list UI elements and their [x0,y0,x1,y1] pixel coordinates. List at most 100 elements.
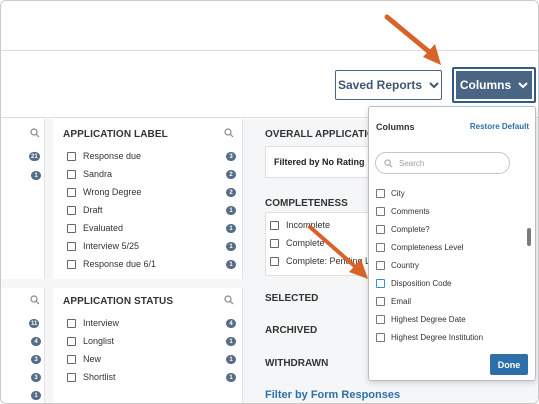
overall-filter-box[interactable]: Filtered by No Rating [265,146,375,178]
application-label-title: APPLICATION LABEL [63,129,168,140]
checkbox[interactable] [376,296,385,306]
done-button[interactable]: Done [490,354,528,375]
option-label: Highest Degree Institution [391,332,484,342]
count-badge: 4 [31,337,41,346]
status-option[interactable]: New [67,352,101,366]
column-option[interactable]: Complete? [376,222,430,236]
dropdown-scrollbar[interactable] [527,228,531,246]
column-option[interactable]: Highest Degree Institution [376,330,483,344]
count-badge: 3 [31,355,41,364]
checkbox[interactable] [270,256,279,266]
completeness-option[interactable]: Complete [270,236,325,250]
label-option[interactable]: Interview 5/25 [67,239,139,253]
option-label: Response due [83,151,142,161]
option-label: Email [391,296,412,306]
label-option[interactable]: Sandra [67,167,112,181]
count-badge: 21 [29,152,40,161]
label-option[interactable]: Wrong Degree [67,185,141,199]
dropdown-title: Columns [376,122,415,132]
count-badge: 3 [226,152,236,161]
count-badge: 1 [31,171,41,180]
checkbox[interactable] [67,372,76,382]
application-status-title: APPLICATION STATUS [63,296,174,307]
app-window: Saved Reports Columns 21 1 11 4 3 3 1 AP… [0,0,539,404]
option-label: Country [391,260,420,270]
option-label: Completeness Level [391,242,464,252]
count-badge: 1 [31,391,41,400]
columns-search-input[interactable]: Search [375,152,510,174]
checkbox[interactable] [270,220,279,230]
checkbox[interactable] [67,151,76,161]
checkbox[interactable] [67,259,76,269]
top-bar [1,1,538,51]
option-label: New [83,354,102,364]
search-icon[interactable] [224,128,234,138]
application-label-panel [53,119,243,279]
count-badge: 2 [226,170,236,179]
checkbox[interactable] [67,241,76,251]
saved-reports-label: Saved Reports [337,78,423,92]
column-option[interactable]: City [376,186,405,200]
checkbox[interactable] [376,242,385,252]
search-placeholder: Search [399,158,425,168]
checkbox[interactable] [270,238,279,248]
checkbox[interactable] [376,332,385,342]
option-label: Comments [391,206,430,216]
column-option[interactable]: Email [376,294,411,308]
checkbox[interactable] [376,260,385,270]
selected-section[interactable]: SELECTED [265,293,318,304]
filter-by-form-responses-link[interactable]: Filter by Form Responses [265,389,400,401]
restore-default-link[interactable]: Restore Default [470,122,529,131]
status-option[interactable]: Longlist [67,334,114,348]
option-label: Complete: Pending Let [286,256,368,266]
count-badge: 2 [226,188,236,197]
search-icon[interactable] [30,295,40,305]
label-option[interactable]: Response due 6/1 [67,257,156,271]
completeness-option[interactable]: Incomplete [270,218,330,232]
checkbox[interactable] [67,318,76,328]
search-icon[interactable] [224,295,234,305]
column-option[interactable]: Comments [376,204,430,218]
status-option[interactable]: Interview [67,316,119,330]
label-option[interactable]: Evaluated [67,221,123,235]
column-option[interactable]: Country [376,258,419,272]
columns-label: Columns [459,78,512,92]
checkbox[interactable] [67,205,76,215]
search-icon [384,158,393,167]
completeness-option[interactable]: Complete: Pending Let [270,254,368,268]
option-label: Wrong Degree [83,187,142,197]
left-partial-panel-top [1,119,45,279]
checkbox[interactable] [376,224,385,234]
option-label: Complete? [391,224,430,234]
label-option[interactable]: Draft [67,203,103,217]
saved-reports-button[interactable]: Saved Reports [335,70,442,100]
count-badge: 1 [226,224,236,233]
columns-dropdown: Columns Restore Default Search City Comm… [368,106,536,381]
columns-button[interactable]: Columns [456,71,532,99]
overall-application-title: OVERALL APPLICATION [265,129,383,140]
archived-section[interactable]: ARCHIVED [265,325,317,336]
checkbox[interactable] [67,336,76,346]
option-label: Evaluated [83,223,124,233]
checkbox[interactable] [376,188,385,198]
count-badge: 1 [226,337,236,346]
checkbox[interactable] [67,354,76,364]
checkbox[interactable] [376,206,385,216]
option-label: Draft [83,205,103,215]
checkbox[interactable] [376,278,385,288]
checkbox[interactable] [67,169,76,179]
count-badge: 1 [226,355,236,364]
withdrawn-section[interactable]: WITHDRAWN [265,358,328,369]
label-option[interactable]: Response due [67,149,141,163]
column-option[interactable]: Highest Degree Date [376,312,466,326]
option-label: Longlist [83,336,115,346]
checkbox[interactable] [67,223,76,233]
checkbox[interactable] [376,314,385,324]
checkbox[interactable] [67,187,76,197]
option-label: Response due 6/1 [83,259,157,269]
column-option[interactable]: Disposition Code [376,276,451,290]
column-option[interactable]: Completeness Level [376,240,463,254]
search-icon[interactable] [30,128,40,138]
completeness-title: COMPLETENESS [265,198,348,209]
status-option[interactable]: Shortlist [67,370,116,384]
